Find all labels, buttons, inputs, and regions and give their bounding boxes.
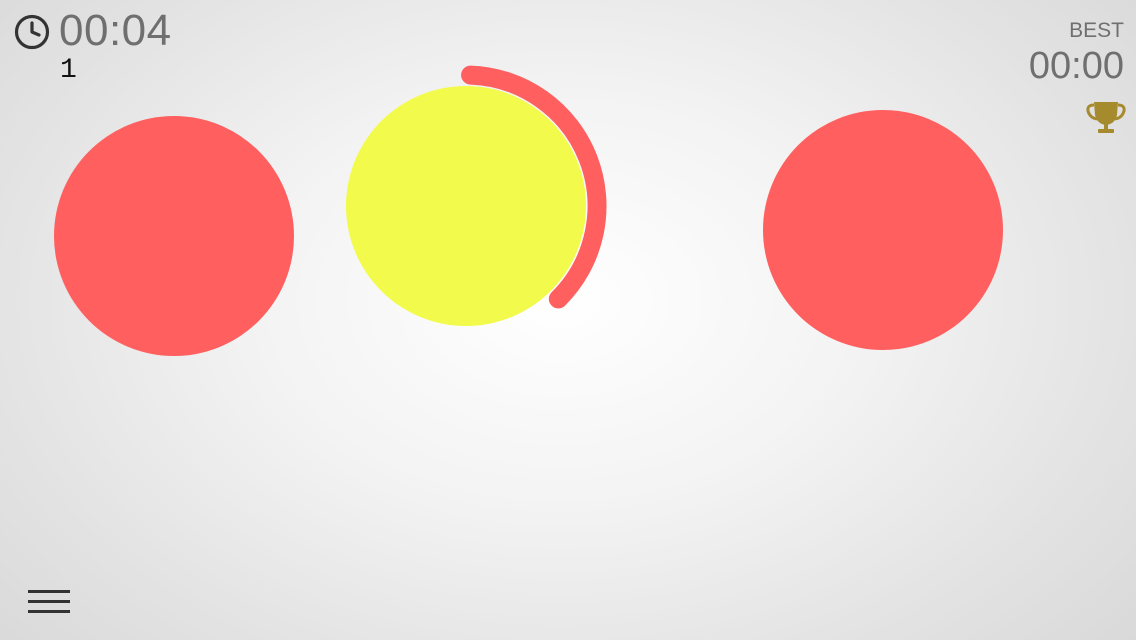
best-label: BEST: [1069, 19, 1124, 42]
hamburger-menu-icon[interactable]: [28, 588, 72, 616]
timer-display: 00:04: [59, 6, 172, 55]
best-time: 00:00: [1028, 45, 1124, 87]
trophy-icon: [1086, 102, 1126, 133]
active-circle-center[interactable]: [346, 86, 586, 326]
target-circle-right[interactable]: [763, 110, 1003, 350]
score-counter: 1: [60, 55, 77, 86]
target-circle-left[interactable]: [54, 116, 294, 356]
clock-icon: [14, 14, 50, 50]
